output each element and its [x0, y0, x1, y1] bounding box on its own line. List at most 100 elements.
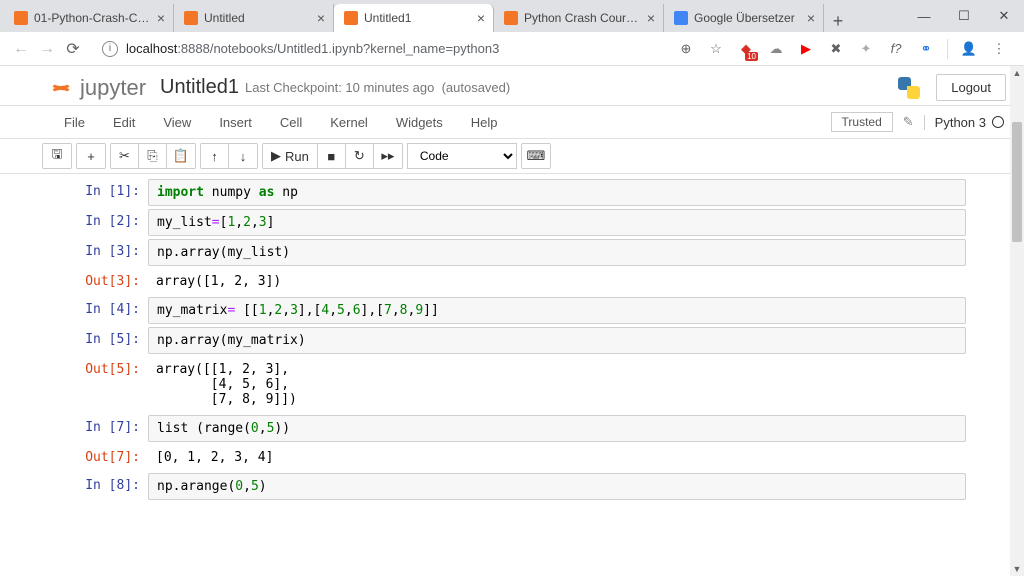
menu-kernel[interactable]: Kernel [316, 115, 382, 130]
input-prompt: In [2]: [58, 209, 148, 236]
paste-button[interactable]: 📋 [167, 144, 195, 168]
forward-button[interactable]: → [34, 36, 60, 62]
output-cell: Out[3]: array([1, 2, 3]) [58, 269, 966, 294]
tab-title: Google Übersetzer [694, 11, 801, 25]
trusted-indicator[interactable]: Trusted [831, 112, 893, 132]
output-text: array([[1, 2, 3], [4, 5, 6], [7, 8, 9]]) [148, 357, 966, 412]
browser-menu-icon[interactable]: ⋮ [990, 40, 1008, 58]
code-cell[interactable]: In [8]: np.arange(0,5) [58, 473, 966, 500]
bookmark-star-icon[interactable]: ☆ [707, 40, 725, 58]
output-text: [0, 1, 2, 3, 4] [148, 445, 966, 470]
notebook-area[interactable]: In [1]: import numpy as np In [2]: my_lis… [0, 174, 1024, 572]
code-cell[interactable]: In [3]: np.array(my_list) [58, 239, 966, 266]
minimize-button[interactable]: — [904, 0, 944, 32]
maximize-button[interactable]: ☐ [944, 0, 984, 32]
new-tab-button[interactable]: + [824, 11, 852, 32]
extension-misc-icon[interactable]: ✦ [857, 40, 875, 58]
copy-button[interactable]: ⎘ [139, 144, 167, 168]
cut-button[interactable]: ✂ [111, 144, 139, 168]
python-logo-icon[interactable] [896, 75, 922, 101]
code-input[interactable]: np.array(my_list) [148, 239, 966, 266]
interrupt-button[interactable]: ■ [318, 144, 346, 168]
tab-favicon-icon [14, 11, 28, 25]
browser-tab[interactable]: 01-Python-Crash-Course/ × [4, 4, 174, 32]
kernel-status-icon [992, 116, 1004, 128]
tab-close-icon[interactable]: × [317, 10, 325, 26]
move-down-button[interactable]: ↓ [229, 144, 257, 168]
notebook-title[interactable]: Untitled1 [160, 76, 239, 99]
code-input[interactable]: my_matrix= [[1,2,3],[4,5,6],[7,8,9]] [148, 297, 966, 324]
close-window-button[interactable]: ✕ [984, 0, 1024, 32]
tab-favicon-icon [504, 11, 518, 25]
site-info-icon[interactable]: i [102, 41, 118, 57]
save-button[interactable]: 🖫 [43, 144, 71, 168]
tab-close-icon[interactable]: × [157, 10, 165, 26]
menu-edit[interactable]: Edit [99, 115, 149, 130]
extension-cloud-icon[interactable]: ☁ [767, 40, 785, 58]
command-palette-button[interactable]: ⌨ [522, 144, 550, 168]
back-button[interactable]: ← [8, 36, 34, 62]
input-prompt: In [3]: [58, 239, 148, 266]
input-prompt: In [7]: [58, 415, 148, 442]
input-prompt: In [8]: [58, 473, 148, 500]
move-up-button[interactable]: ↑ [201, 144, 229, 168]
code-cell[interactable]: In [5]: np.array(my_matrix) [58, 327, 966, 354]
tab-title: Untitled [204, 11, 311, 25]
tab-close-icon[interactable]: × [807, 10, 815, 26]
browser-tab[interactable]: Untitled × [174, 4, 334, 32]
restart-button[interactable]: ↻ [346, 144, 374, 168]
extension-tools-icon[interactable]: ✖ [827, 40, 845, 58]
reload-button[interactable]: ⟳ [60, 36, 86, 62]
edit-pencil-icon[interactable]: ✎ [899, 114, 918, 130]
scroll-thumb[interactable] [1012, 122, 1022, 242]
kernel-indicator[interactable]: Python 3 [924, 115, 1004, 130]
code-input[interactable]: my_list=[1,2,3] [148, 209, 966, 236]
code-input[interactable]: np.array(my_matrix) [148, 327, 966, 354]
output-cell: Out[5]: array([[1, 2, 3], [4, 5, 6], [7,… [58, 357, 966, 412]
extension-link-icon[interactable]: ⚭ [917, 40, 935, 58]
extension-youtube-icon[interactable]: ▶ [797, 40, 815, 58]
restart-run-all-button[interactable]: ▸▸ [374, 144, 402, 168]
run-button[interactable]: ▶Run [263, 144, 318, 168]
code-cell[interactable]: In [7]: list (range(0,5)) [58, 415, 966, 442]
code-cell[interactable]: In [2]: my_list=[1,2,3] [58, 209, 966, 236]
tab-favicon-icon [344, 11, 358, 25]
extension-adblock-icon[interactable]: ◆10 [737, 40, 755, 58]
tab-close-icon[interactable]: × [477, 10, 485, 26]
url-field[interactable]: i localhost:8888/notebooks/Untitled1.ipy… [94, 41, 669, 57]
scroll-up-arrow-icon[interactable]: ▲ [1010, 66, 1024, 80]
zoom-icon[interactable]: ⊕ [677, 40, 695, 58]
menu-file[interactable]: File [50, 115, 99, 130]
jupyter-logo-text: jupyter [80, 75, 146, 101]
browser-tab[interactable]: Python Crash Course Exerc × [494, 4, 664, 32]
tab-title: Python Crash Course Exerc [524, 11, 641, 25]
menu-insert[interactable]: Insert [205, 115, 266, 130]
browser-tab[interactable]: Google Übersetzer × [664, 4, 824, 32]
code-cell[interactable]: In [1]: import numpy as np [58, 179, 966, 206]
menu-view[interactable]: View [149, 115, 205, 130]
menu-cell[interactable]: Cell [266, 115, 316, 130]
input-prompt: In [5]: [58, 327, 148, 354]
output-cell: Out[7]: [0, 1, 2, 3, 4] [58, 445, 966, 470]
menu-bar: FileEditViewInsertCellKernelWidgetsHelp … [0, 106, 1024, 138]
code-input[interactable]: list (range(0,5)) [148, 415, 966, 442]
cell-type-select[interactable]: Code [407, 143, 517, 169]
menu-help[interactable]: Help [457, 115, 512, 130]
code-cell[interactable]: In [4]: my_matrix= [[1,2,3],[4,5,6],[7,8… [58, 297, 966, 324]
menu-widgets[interactable]: Widgets [382, 115, 457, 130]
tab-favicon-icon [674, 11, 688, 25]
code-input[interactable]: import numpy as np [148, 179, 966, 206]
tab-close-icon[interactable]: × [647, 10, 655, 26]
extension-fx-icon[interactable]: f? [887, 40, 905, 58]
tab-favicon-icon [184, 11, 198, 25]
profile-avatar-icon[interactable]: 👤 [960, 40, 978, 58]
vertical-scrollbar[interactable]: ▲ ▼ [1010, 66, 1024, 576]
logout-button[interactable]: Logout [936, 74, 1006, 101]
output-prompt: Out[7]: [58, 445, 148, 470]
scroll-down-arrow-icon[interactable]: ▼ [1010, 562, 1024, 576]
insert-cell-button[interactable]: + [77, 144, 105, 168]
tab-title: Untitled1 [364, 11, 471, 25]
jupyter-logo[interactable]: jupyter [48, 75, 146, 101]
code-input[interactable]: np.arange(0,5) [148, 473, 966, 500]
browser-tab[interactable]: Untitled1 × [334, 4, 494, 32]
